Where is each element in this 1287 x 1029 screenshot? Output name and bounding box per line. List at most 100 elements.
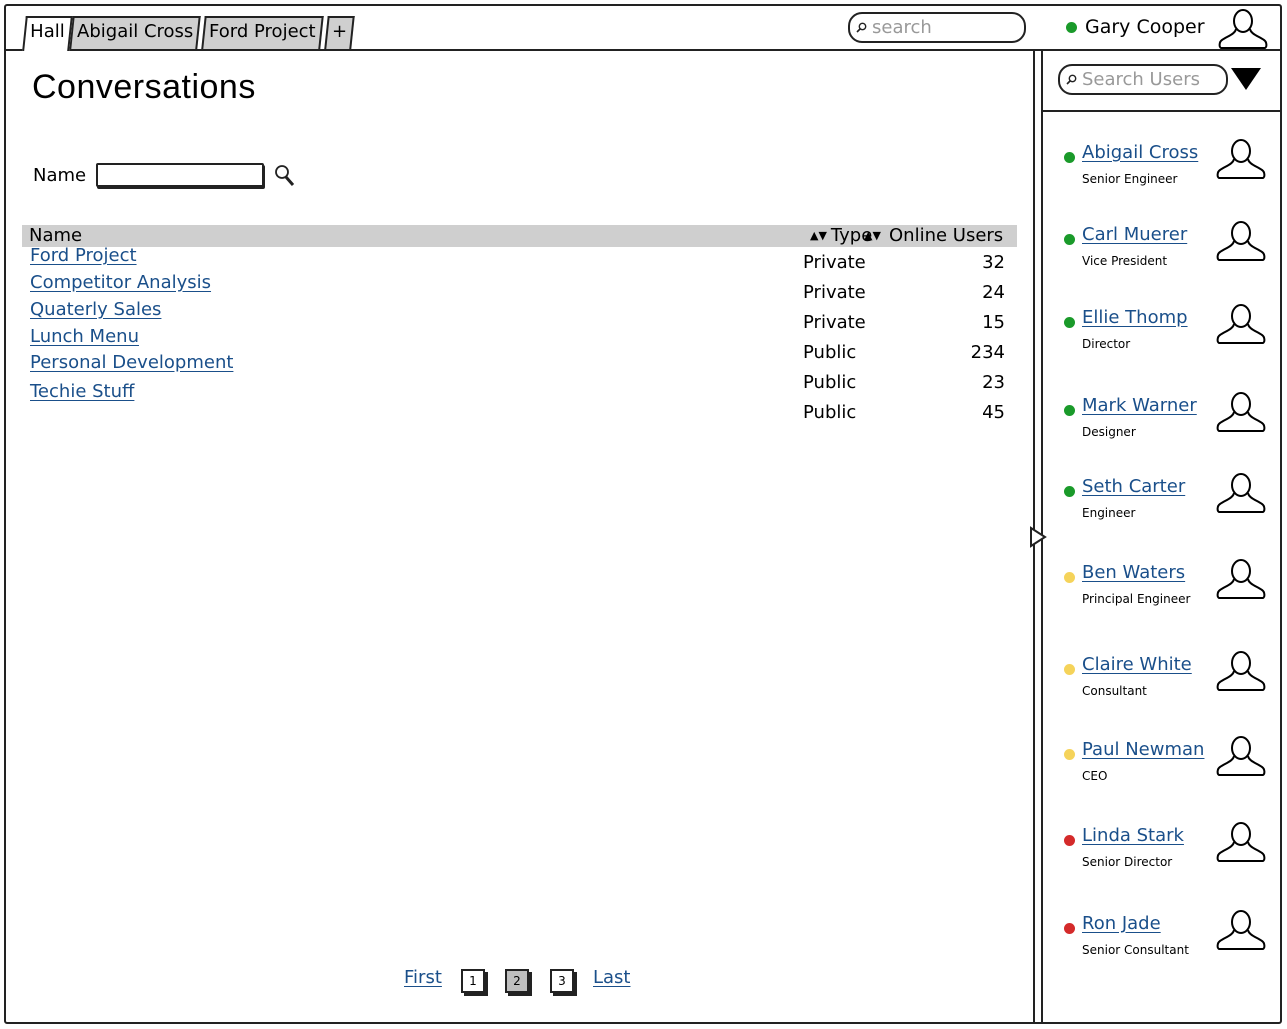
conversation-type: Public xyxy=(803,372,857,393)
user-avatar-icon[interactable] xyxy=(1216,735,1266,777)
name-filter-label: Name xyxy=(33,165,87,186)
user-list-item[interactable]: Mark Warner Designer xyxy=(1063,391,1278,451)
tab-label: Abigail Cross xyxy=(77,21,194,42)
user-name-link[interactable]: Linda Stark xyxy=(1082,825,1184,846)
user-role: Consultant xyxy=(1082,684,1147,698)
user-search-placeholder: Search Users xyxy=(1082,69,1200,90)
user-list-item[interactable]: Paul Newman CEO xyxy=(1063,735,1278,795)
user-avatar-icon[interactable] xyxy=(1216,650,1266,692)
user-name-link[interactable]: Ellie Thomp xyxy=(1082,307,1188,328)
user-name-link[interactable]: Abigail Cross xyxy=(1082,142,1198,163)
user-search-input[interactable]: Search Users xyxy=(1058,64,1228,95)
user-name-link[interactable]: Ben Waters xyxy=(1082,562,1185,583)
status-online-dot xyxy=(1064,405,1075,416)
table-header: Name ▲▼ Type ▲▼ Online Users xyxy=(22,225,1017,247)
status-online-dot xyxy=(1064,152,1075,163)
user-avatar-icon[interactable] xyxy=(1216,821,1266,863)
pagination-page-3[interactable]: 3 xyxy=(550,969,574,993)
user-list-item[interactable]: Linda Stark Senior Director xyxy=(1063,821,1278,881)
tab-label: Hall xyxy=(30,21,65,42)
column-header-name[interactable]: Name xyxy=(29,225,82,247)
user-name-link[interactable]: Carl Muerer xyxy=(1082,224,1187,245)
conversation-type: Private xyxy=(803,282,866,303)
user-list-item[interactable]: Ben Waters Principal Engineer xyxy=(1063,558,1278,618)
conversation-link[interactable]: Lunch Menu xyxy=(30,326,139,347)
status-busy-dot xyxy=(1064,923,1075,934)
conversation-link[interactable]: Competitor Analysis xyxy=(30,272,211,293)
current-user-avatar-icon[interactable] xyxy=(1218,8,1268,50)
status-busy-dot xyxy=(1064,835,1075,846)
column-header-type[interactable]: ▲▼ Type xyxy=(810,225,872,247)
add-tab-button[interactable]: + xyxy=(324,16,355,49)
conversation-online-count: 234 xyxy=(970,342,1005,363)
column-header-online-users[interactable]: ▲▼ Online Users xyxy=(864,225,1004,247)
user-role: Vice President xyxy=(1082,254,1168,268)
user-name-link[interactable]: Seth Carter xyxy=(1082,476,1185,497)
user-role: CEO xyxy=(1082,769,1108,783)
conversation-online-count: 23 xyxy=(982,372,1005,393)
pagination-last[interactable]: Last xyxy=(593,967,631,988)
user-list-item[interactable]: Seth Carter Engineer xyxy=(1063,472,1278,532)
user-list-item[interactable]: Abigail Cross Senior Engineer xyxy=(1063,138,1278,198)
user-filter-dropdown-icon[interactable] xyxy=(1231,68,1261,90)
tab-label: + xyxy=(332,21,348,42)
conversation-online-count: 32 xyxy=(982,252,1005,273)
user-avatar-icon[interactable] xyxy=(1216,391,1266,433)
tab-hall[interactable]: Hall xyxy=(22,16,73,51)
tab-label: Ford Project xyxy=(209,21,316,42)
user-role: Engineer xyxy=(1082,506,1136,520)
user-avatar-icon[interactable] xyxy=(1216,138,1266,180)
tab-ford-project[interactable]: Ford Project xyxy=(201,16,324,49)
user-avatar-icon[interactable] xyxy=(1216,472,1266,514)
user-avatar-icon[interactable] xyxy=(1216,558,1266,600)
pagination-page-2[interactable]: 2 xyxy=(505,969,529,993)
conversation-type: Private xyxy=(803,312,866,333)
user-name-link[interactable]: Paul Newman xyxy=(1082,739,1204,760)
conversation-link[interactable]: Techie Stuff xyxy=(30,381,134,402)
sort-icon: ▲▼ xyxy=(810,229,827,242)
page-title: Conversations xyxy=(32,68,256,106)
user-role: Senior Engineer xyxy=(1082,172,1178,186)
status-online-dot xyxy=(1064,234,1075,245)
conversation-type: Public xyxy=(803,402,857,423)
user-list-item[interactable]: Ellie Thomp Director xyxy=(1063,303,1278,363)
user-avatar-icon[interactable] xyxy=(1216,909,1266,951)
name-filter-input[interactable] xyxy=(96,163,264,187)
user-role: Director xyxy=(1082,337,1131,351)
conversation-online-count: 24 xyxy=(982,282,1005,303)
status-away-dot xyxy=(1064,749,1075,760)
pagination-page-1[interactable]: 1 xyxy=(461,969,485,993)
conversation-type: Public xyxy=(803,342,857,363)
user-list-item[interactable]: Claire White Consultant xyxy=(1063,650,1278,710)
conversation-link[interactable]: Personal Development xyxy=(30,352,233,373)
conversation-type: Private xyxy=(803,252,866,273)
search-icon[interactable] xyxy=(273,164,295,188)
status-online-dot xyxy=(1066,21,1077,33)
status-away-dot xyxy=(1064,664,1075,675)
collapse-sidebar-handle-icon[interactable] xyxy=(1029,526,1047,548)
conversation-link[interactable]: Quaterly Sales xyxy=(30,299,161,320)
current-user[interactable]: Gary Cooper xyxy=(1066,16,1205,38)
user-role: Senior Consultant xyxy=(1082,943,1189,957)
user-role: Principal Engineer xyxy=(1082,592,1191,606)
search-placeholder: search xyxy=(872,17,932,38)
user-name-link[interactable]: Ron Jade xyxy=(1082,913,1161,934)
user-name-link[interactable]: Claire White xyxy=(1082,654,1192,675)
status-online-dot xyxy=(1064,486,1075,497)
sidebar-separator xyxy=(1043,110,1280,112)
user-list-item[interactable]: Ron Jade Senior Consultant xyxy=(1063,909,1278,969)
column-header-online-users-label: Online Users xyxy=(889,225,1004,246)
user-name-link[interactable]: Mark Warner xyxy=(1082,395,1197,416)
user-avatar-icon[interactable] xyxy=(1216,303,1266,345)
pagination-first[interactable]: First xyxy=(404,967,442,988)
search-icon xyxy=(856,22,867,33)
global-search-input[interactable]: search xyxy=(848,12,1026,43)
sort-icon: ▲▼ xyxy=(864,229,881,242)
user-list-item[interactable]: Carl Muerer Vice President xyxy=(1063,220,1278,280)
tab-abigail-cross[interactable]: Abigail Cross xyxy=(69,16,201,49)
user-role: Designer xyxy=(1082,425,1136,439)
conversation-link[interactable]: Ford Project xyxy=(30,245,137,266)
user-role: Senior Director xyxy=(1082,855,1173,869)
user-avatar-icon[interactable] xyxy=(1216,220,1266,262)
search-icon xyxy=(1066,74,1077,85)
